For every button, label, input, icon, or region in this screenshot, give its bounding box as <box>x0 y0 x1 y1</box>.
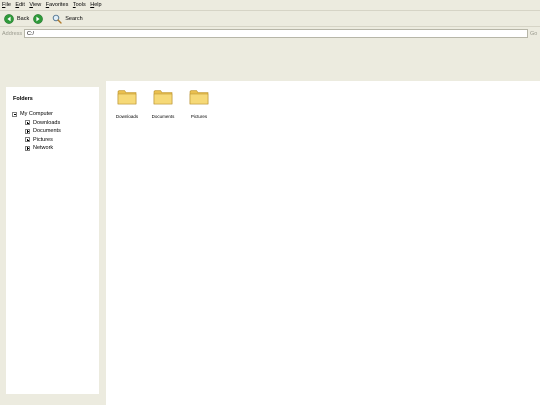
menu-file[interactable]: File <box>2 0 11 11</box>
explorer-window: File Edit View Favorites Tools Help Back <box>0 0 540 405</box>
folder-tree: My Computer Downloads Documents Pictures… <box>12 110 61 153</box>
search-button[interactable]: Search <box>52 14 83 24</box>
expand-icon[interactable] <box>25 137 30 143</box>
folders-title: Folders <box>13 96 33 102</box>
forward-arrow-icon <box>33 13 44 24</box>
expand-icon[interactable] <box>25 120 30 126</box>
tree-item-label: My Computer <box>20 111 54 118</box>
go-button[interactable]: Go <box>530 29 537 39</box>
collapse-icon[interactable] <box>12 111 17 117</box>
tree-item-label: Downloads <box>33 119 61 126</box>
folder-label: Downloads <box>115 114 139 119</box>
folders-pane: Folders My Computer Downloads Documents … <box>6 87 99 394</box>
folder-icon <box>153 90 173 105</box>
tree-item-documents[interactable]: Documents <box>12 127 61 136</box>
back-arrow-icon <box>4 13 14 24</box>
address-input[interactable] <box>24 29 528 38</box>
folder-label: Pictures <box>190 114 208 119</box>
expand-icon[interactable] <box>25 145 30 151</box>
folder-label: Documents <box>151 114 175 119</box>
menu-edit[interactable]: Edit <box>15 0 24 11</box>
address-label: Address <box>2 31 23 37</box>
folder-icon <box>189 90 209 105</box>
folder-pictures[interactable]: Pictures <box>185 88 213 119</box>
folder-downloads[interactable]: Downloads <box>113 88 141 119</box>
menu-tools[interactable]: Tools <box>73 0 86 11</box>
back-label: Back <box>17 15 30 22</box>
address-bar: Address Go <box>0 28 540 40</box>
menu-help[interactable]: Help <box>90 0 101 11</box>
tree-item-network[interactable]: Network <box>12 144 61 153</box>
magnifier-icon <box>52 14 62 24</box>
toolbar: Back Search <box>0 11 540 27</box>
folder-icon <box>117 90 137 105</box>
menu-favorites[interactable]: Favorites <box>46 0 69 11</box>
search-label: Search <box>65 15 83 22</box>
menu-view[interactable]: View <box>29 0 41 11</box>
tree-item-downloads[interactable]: Downloads <box>12 119 61 128</box>
back-button[interactable]: Back <box>4 13 30 24</box>
tree-item-label: Pictures <box>33 136 53 143</box>
folder-documents[interactable]: Documents <box>149 88 177 119</box>
tree-item-my-computer[interactable]: My Computer <box>12 110 61 119</box>
tree-item-label: Network <box>33 145 54 152</box>
menu-bar: File Edit View Favorites Tools Help <box>0 0 540 11</box>
expand-icon[interactable] <box>25 128 30 134</box>
tree-item-pictures[interactable]: Pictures <box>12 136 61 145</box>
forward-button[interactable] <box>33 13 46 24</box>
content-pane: Downloads Documents Pictures <box>106 81 540 405</box>
tree-item-label: Documents <box>33 128 61 135</box>
